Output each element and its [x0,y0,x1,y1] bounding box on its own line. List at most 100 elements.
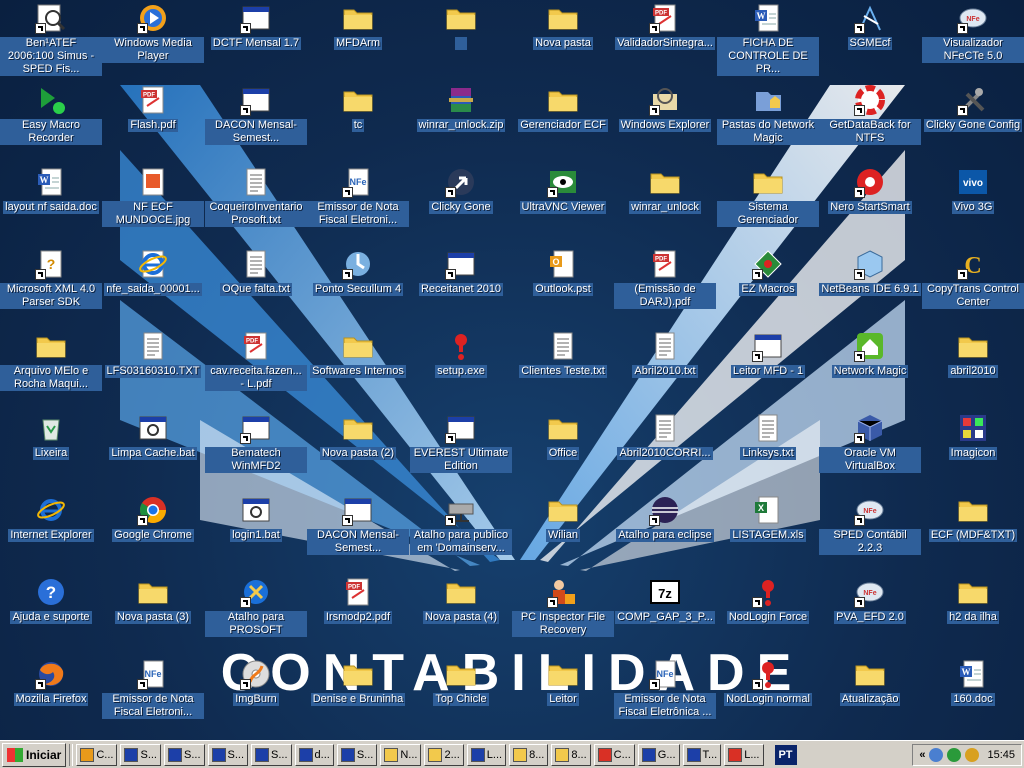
desktop-icon[interactable]: Bematech WinMFD2 [205,410,307,492]
tray-expand-button[interactable]: « [919,749,925,761]
desktop-icon[interactable]: Gerenciador ECF [512,82,614,164]
desktop-icon[interactable]: vivo Vivo 3G [922,164,1024,246]
desktop-icon[interactable]: X LISTAGEM.xls [717,492,819,574]
desktop-icon[interactable]: winrar_unlock [614,164,716,246]
desktop-icon[interactable]: NetBeans IDE 6.9.1 [819,246,921,328]
tray-app-icon[interactable] [965,748,980,762]
desktop-icon[interactable]: NFe Visualizador NFeCTe 5.0 [922,0,1024,82]
desktop-icon[interactable]: W FICHA DE CONTROLE DE PR... [717,0,819,82]
desktop-icon[interactable]: Windows Explorer [614,82,716,164]
desktop-icon[interactable]: Network Magic [819,328,921,410]
desktop-icon[interactable]: Leitor [512,656,614,738]
desktop-icon[interactable]: Arquivo MElo e Rocha Maqui... [0,328,102,410]
desktop-icon[interactable]: PDF cav.receita.fazen... - L.pdf [205,328,307,410]
desktop-icon[interactable]: Imagicon [922,410,1024,492]
desktop-icon[interactable]: O Outlook.pst [512,246,614,328]
desktop-icon[interactable]: CoqueiroInventario Prosoft.txt [205,164,307,246]
desktop-icon[interactable]: NFe Emissor de Nota Fiscal Eletrônica ... [614,656,716,738]
desktop-icon[interactable]: EZ Macros [717,246,819,328]
desktop-icon[interactable]: ImgBurn [205,656,307,738]
desktop-icon[interactable]: Ponto Secullum 4 [307,246,409,328]
desktop-icon[interactable]: Limpa Cache.bat [102,410,204,492]
desktop-icon[interactable]: Clientes Teste.txt [512,328,614,410]
desktop-icon[interactable]: Abril2010.txt [614,328,716,410]
desktop-icon[interactable]: Receitanet 2010 [410,246,512,328]
clock[interactable]: 15:45 [987,749,1015,761]
desktop-icon[interactable]: Nova pasta (2) [307,410,409,492]
desktop-icon[interactable]: Nova pasta (3) [102,574,204,656]
desktop-icon[interactable]: Atualização [819,656,921,738]
desktop-icon[interactable]: Nova pasta (4) [410,574,512,656]
desktop-icon[interactable]: MFDArm [307,0,409,82]
desktop-icon[interactable]: Windows Media Player [102,0,204,82]
taskbar-window-button[interactable]: 8... [509,743,549,766]
taskbar-window-button[interactable]: C... [593,743,635,766]
desktop-icon[interactable]: abril2010 [922,328,1024,410]
desktop-icon[interactable]: Clicky Gone [410,164,512,246]
desktop-icon[interactable]: PC Inspector File Recovery [512,574,614,656]
taskbar-window-button[interactable]: S... [336,743,378,766]
desktop-icon[interactable]: Leitor MFD - 1 [717,328,819,410]
desktop-icon[interactable]: Atalho para eclipse [614,492,716,574]
desktop-icon[interactable]: Atalho para PROSOFT [205,574,307,656]
desktop-icon[interactable]: Top Chicle [410,656,512,738]
language-indicator[interactable]: PT [774,744,797,765]
desktop-icon[interactable]: C CopyTrans Control Center [922,246,1024,328]
desktop-icon[interactable]: NF ECF MUNDOCE.jpg [102,164,204,246]
desktop-icon[interactable]: DACON Mensal-Semest... [205,82,307,164]
desktop-icon[interactable]: Lixeira [0,410,102,492]
desktop-icon[interactable]: PDF Flash.pdf [102,82,204,164]
desktop-icon[interactable]: Sistema Gerenciador [717,164,819,246]
desktop-icon[interactable]: NFe PVA_EFD 2.0 [819,574,921,656]
desktop[interactable]: CONTABILIDADE Ben¹ATEF 2006:100 Simus - … [0,0,1024,740]
desktop-icon[interactable]: PDF ValidadorSintegra... [614,0,716,82]
desktop-icon[interactable]: SGMEcf [819,0,921,82]
desktop-icon[interactable]: NFe Emissor de Nota Fiscal Eletroni... [307,164,409,246]
desktop-icon[interactable]: Softwares Internos [307,328,409,410]
desktop-icon[interactable]: Linksys.txt [717,410,819,492]
desktop-icon[interactable]: setup.exe [410,328,512,410]
desktop-icon[interactable]: Nova pasta [512,0,614,82]
desktop-icon[interactable]: PDF Irsmodp2.pdf [307,574,409,656]
desktop-icon[interactable]: DACON Mensal-Semest... [307,492,409,574]
desktop-icon[interactable]: Clicky Gone Config [922,82,1024,164]
desktop-icon[interactable]: GetDataBack for NTFS [819,82,921,164]
desktop-icon[interactable]: PDF (Emissão de DARJ).pdf [614,246,716,328]
desktop-icon[interactable]: Denise e Bruninha [307,656,409,738]
tray-antivirus-icon[interactable] [947,748,962,762]
taskbar-window-button[interactable]: S... [251,743,292,766]
desktop-icon[interactable]: ? Microsoft XML 4.0 Parser SDK [0,246,102,328]
desktop-icon[interactable] [410,0,512,82]
desktop-icon[interactable]: Wlayout nf saida.doc [0,164,102,246]
desktop-icon[interactable]: NodLogin normal [717,656,819,738]
desktop-icon[interactable]: Abril2010CORRI... [614,410,716,492]
desktop-icon[interactable]: Internet Explorer [0,492,102,574]
desktop-icon[interactable]: UltraVNC Viewer [512,164,614,246]
desktop-icon[interactable]: Office [512,410,614,492]
desktop-icon[interactable]: DCTF Mensal 1.7 [205,0,307,82]
taskbar-window-button[interactable]: L... [724,743,764,766]
desktop-icon[interactable]: h2 da ilha [922,574,1024,656]
desktop-icon[interactable]: Pastas do Network Magic [717,82,819,164]
desktop-icon[interactable]: NFe SPED Contábil 2.2.3 [819,492,921,574]
taskbar-window-button[interactable]: 8... [551,743,591,766]
tray-network-icon[interactable] [929,748,944,762]
desktop-icon[interactable]: tc [307,82,409,164]
desktop-icon[interactable]: Oracle VM VirtualBox [819,410,921,492]
taskbar-window-button[interactable]: N... [380,743,422,766]
desktop-icon[interactable]: Atalho para publico em 'Domainserv... [410,492,512,574]
desktop-icon[interactable]: EVEREST Ultimate Edition [410,410,512,492]
desktop-icon[interactable]: Google Chrome [102,492,204,574]
start-button[interactable]: Iniciar [2,742,67,767]
desktop-icon[interactable]: OQue falta.txt [205,246,307,328]
taskbar-window-button[interactable]: S... [164,743,205,766]
desktop-icon[interactable]: Mozilla Firefox [0,656,102,738]
desktop-icon[interactable]: Easy Macro Recorder [0,82,102,164]
taskbar-window-button[interactable]: d... [294,743,334,766]
desktop-icon[interactable]: winrar_unlock.zip [410,82,512,164]
desktop-icon[interactable]: nfe_saida_00001... [102,246,204,328]
taskbar-window-button[interactable]: L... [466,743,507,766]
taskbar-window-button[interactable]: C... [76,743,118,766]
desktop-icon[interactable]: Wilian [512,492,614,574]
desktop-icon[interactable]: ? Ajuda e suporte [0,574,102,656]
